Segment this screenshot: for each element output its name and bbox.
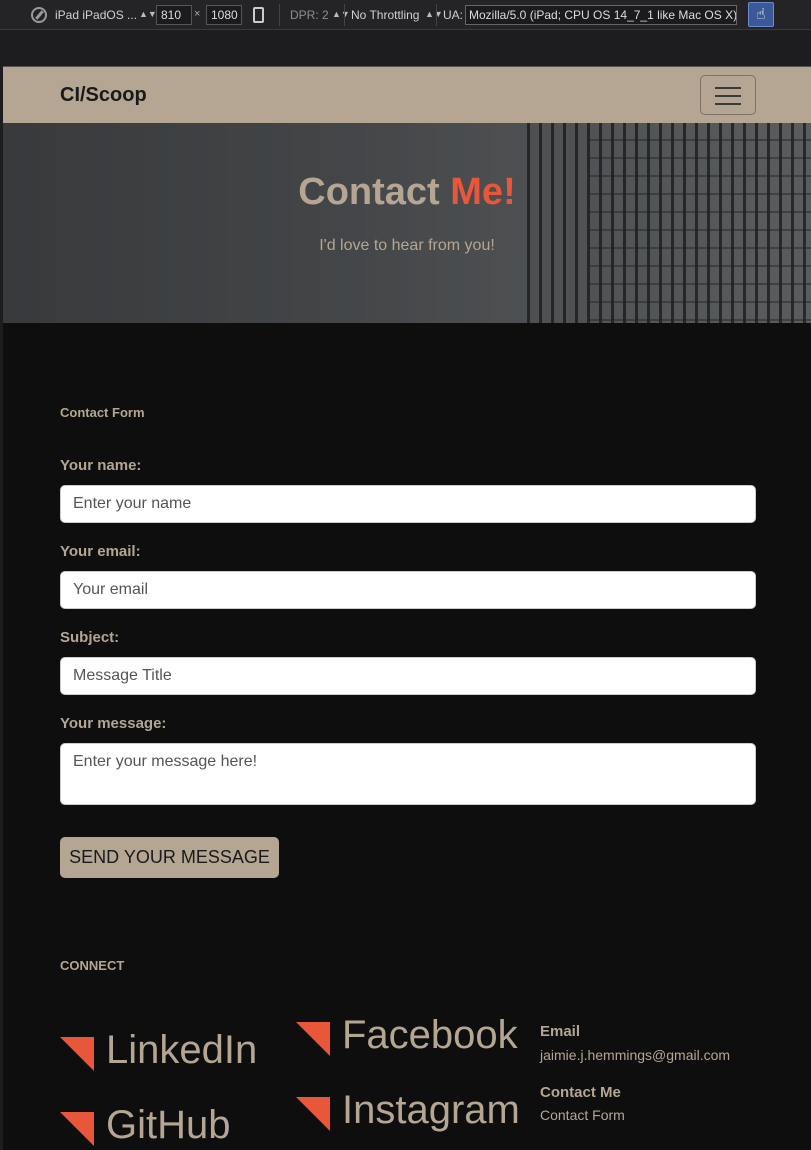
height-input[interactable]: 1080 — [206, 5, 242, 25]
page-subtitle: I'd love to hear from you! — [319, 237, 495, 254]
message-label: Your message: — [60, 715, 167, 732]
send-message-button[interactable]: SEND YOUR MESSAGE — [60, 837, 279, 878]
title-main: Contact — [298, 171, 440, 213]
email-input[interactable] — [60, 571, 756, 609]
github-link[interactable]: GitHub — [60, 1103, 231, 1148]
message-textarea[interactable] — [60, 743, 756, 805]
hamburger-icon[interactable] — [700, 75, 756, 115]
linkedin-label: LinkedIn — [106, 1028, 258, 1072]
chevron-down-icon: ▲▼ — [139, 9, 157, 19]
facebook-label: Facebook — [342, 1013, 518, 1057]
subject-label: Subject: — [60, 629, 120, 646]
dpr-select[interactable]: DPR: 2 — [290, 8, 329, 22]
email-title: Email — [540, 1023, 581, 1040]
brand-link[interactable]: CI/Scoop — [60, 84, 147, 107]
device-select[interactable]: iPad iPadOS ... — [55, 8, 137, 22]
throttling-select[interactable]: No Throttling — [351, 8, 419, 22]
touch-icon[interactable]: ☝ — [748, 2, 774, 27]
title-accent: Me! — [450, 171, 516, 213]
ua-label: UA: — [443, 8, 464, 22]
navbar: CI/Scoop — [3, 67, 811, 123]
times-sign: × — [194, 8, 201, 20]
chevron-down-icon: ▲▼ — [425, 9, 443, 19]
page-title: Contact Me! — [3, 171, 811, 214]
name-input[interactable] — [60, 485, 756, 523]
triangle-icon — [60, 1036, 94, 1071]
connect-heading: CONNECT — [60, 958, 125, 973]
github-label: GitHub — [106, 1103, 231, 1147]
compass-icon — [31, 7, 47, 23]
name-label: Your name: — [60, 457, 142, 474]
chevron-down-icon: ▲▼ — [332, 9, 350, 19]
contact-form-link[interactable]: Contact Form — [540, 1107, 625, 1123]
triangle-icon — [60, 1111, 94, 1146]
instagram-label: Instagram — [342, 1088, 520, 1132]
email-link[interactable]: jaimie.j.hemmings@gmail.com — [540, 1047, 730, 1063]
width-input[interactable]: 810 — [156, 5, 192, 25]
divider — [436, 4, 437, 26]
instagram-link[interactable]: Instagram — [296, 1088, 520, 1133]
rotate-icon[interactable] — [253, 7, 264, 23]
triangle-icon — [296, 1021, 330, 1056]
email-label: Your email: — [60, 543, 141, 560]
divider — [344, 4, 345, 26]
contact-title: Contact Me — [540, 1084, 621, 1101]
subject-input[interactable] — [60, 657, 756, 695]
divider — [279, 4, 280, 26]
hero-banner: Contact Me! I'd love to hear from you! — [3, 123, 811, 323]
contact-form-heading: Contact Form — [60, 405, 145, 420]
triangle-icon — [296, 1096, 330, 1131]
page-viewport: CI/Scoop Contact Me! I'd love to hear fr… — [3, 66, 811, 1150]
linkedin-link[interactable]: LinkedIn — [60, 1028, 257, 1073]
devtools-toolbar: iPad iPadOS ... ▲▼ 810 × 1080 DPR: 2 ▲▼ … — [0, 0, 811, 30]
facebook-link[interactable]: Facebook — [296, 1013, 518, 1058]
user-agent-input[interactable]: Mozilla/5.0 (iPad; CPU OS 14_7_1 like Ma… — [465, 5, 737, 25]
